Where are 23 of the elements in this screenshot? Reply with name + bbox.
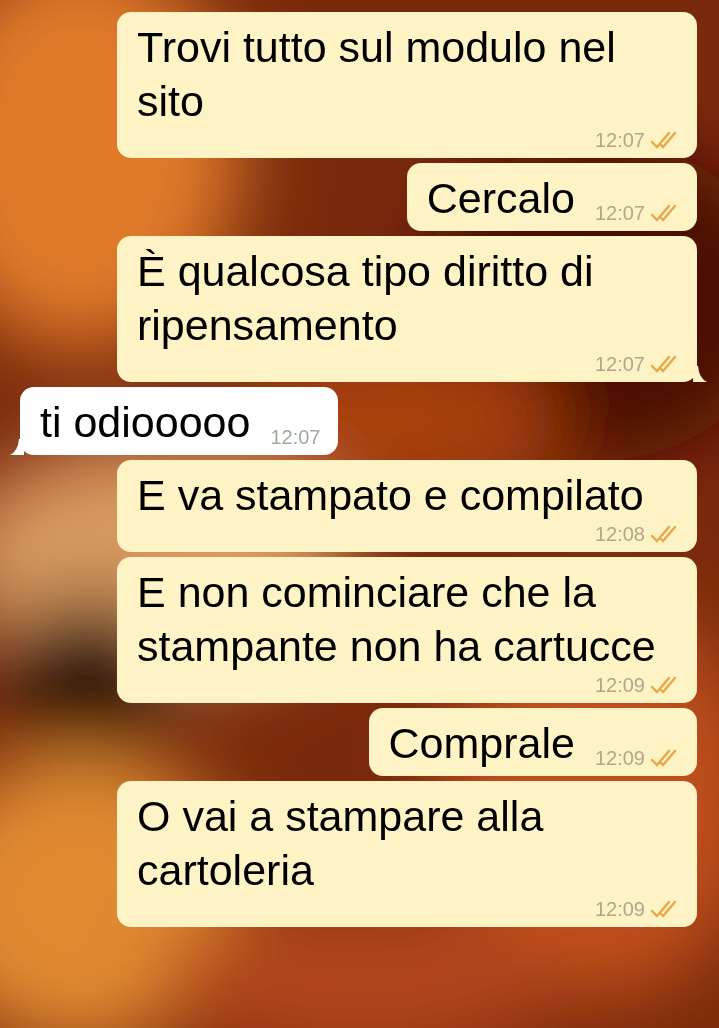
- double-check-icon: [649, 203, 679, 223]
- double-check-icon: [649, 130, 679, 150]
- message-text: Cercalo: [426, 173, 575, 224]
- message-time: 12:07: [594, 128, 645, 152]
- double-check-icon: [649, 524, 679, 544]
- double-check-icon: [649, 675, 679, 695]
- message-text: E va stampato e compilato: [137, 470, 644, 521]
- double-check-icon: [649, 899, 679, 919]
- double-check-icon: [649, 748, 679, 768]
- message-time: 12:09: [594, 673, 645, 697]
- message-text: Comprale: [388, 718, 575, 769]
- message-text: E non cominciare che la stampante non ha cartucce: [137, 567, 657, 672]
- message-time: 12:07: [594, 352, 645, 376]
- message-text: È qualcosa tipo diritto di ripensamento: [137, 246, 595, 351]
- message-text: O vai a stampare alla cartoleria: [137, 791, 545, 896]
- message-time: 12:07: [270, 425, 321, 449]
- double-check-icon: [649, 354, 679, 374]
- message-time: 12:09: [594, 897, 645, 921]
- message-time: 12:09: [594, 746, 645, 770]
- message-text: Trovi tutto sul modulo nel sito: [137, 22, 617, 127]
- message-time: 12:08: [594, 522, 645, 546]
- message-text: ti odiooooo: [40, 397, 251, 448]
- message-time: 12:07: [594, 201, 645, 225]
